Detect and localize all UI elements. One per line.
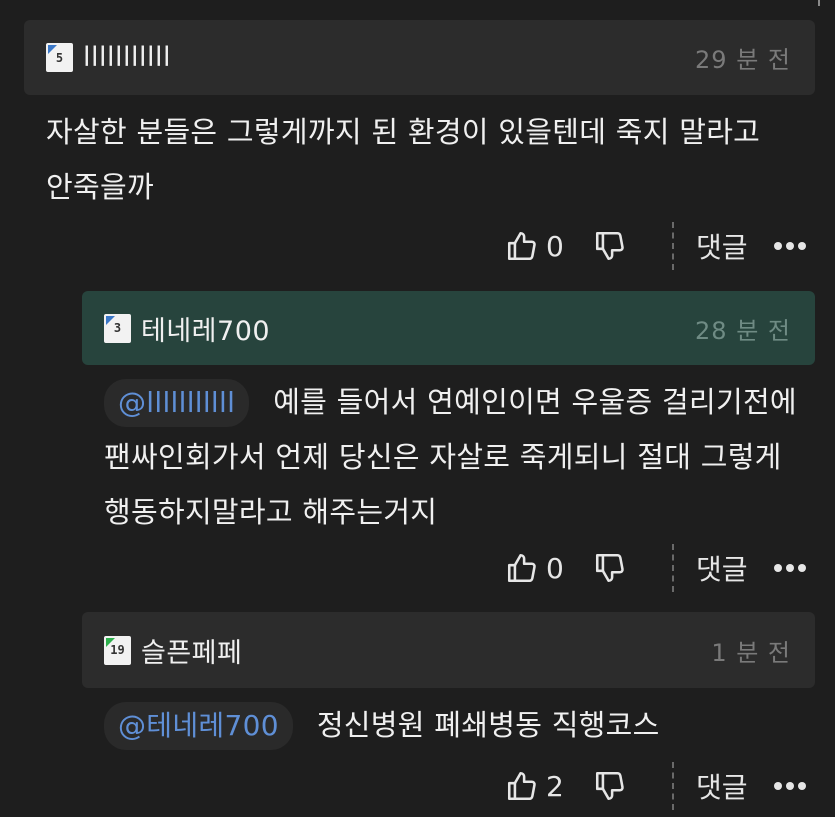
reply-button[interactable]: 댓글 <box>696 226 748 266</box>
mention-tag[interactable]: @테네레700 <box>104 702 293 750</box>
comment-author[interactable]: 테네레700 <box>141 309 270 348</box>
more-options-icon[interactable] <box>773 564 806 572</box>
comment-time: 1 분 전 <box>711 638 791 667</box>
thumbs-down-icon[interactable] <box>592 550 628 586</box>
comment-body: @테네레700 정신병원 폐쇄병동 직행코스 <box>104 698 814 753</box>
comment-header: 3 테네레700 28 분 전 <box>82 291 815 365</box>
level-badge: 5 <box>46 43 73 72</box>
reply-button[interactable]: 댓글 <box>696 548 748 588</box>
level-badge: 3 <box>104 313 131 343</box>
comment-text: 자살한 분들은 그렇게까지 된 환경이 있을텐데 죽지 말라고 안죽을까 <box>46 115 761 204</box>
reply-button[interactable]: 댓글 <box>696 766 748 806</box>
scroll-edge <box>818 0 820 6</box>
comment-actions: 2 댓글 <box>504 762 806 810</box>
comment-text: 정신병원 폐쇄병동 직행코스 <box>316 708 660 742</box>
thumbs-down-icon[interactable] <box>592 228 628 264</box>
level-badge: 19 <box>104 635 131 665</box>
comment-author[interactable]: lllllllllll <box>83 42 171 73</box>
thumbs-up-icon[interactable] <box>504 550 540 586</box>
comment-actions: 0 댓글 <box>504 544 806 592</box>
comment-author[interactable]: 슬픈페페 <box>141 631 242 670</box>
divider <box>672 544 674 592</box>
like-count: 0 <box>546 229 564 263</box>
mention-tag[interactable]: @lllllllllll <box>104 379 250 427</box>
comment-time: 29 분 전 <box>695 46 791 74</box>
like-count: 0 <box>546 551 564 585</box>
comment-header: 19 슬픈페페 1 분 전 <box>82 612 815 688</box>
more-options-icon[interactable] <box>773 242 806 250</box>
divider <box>672 222 674 270</box>
thumbs-up-icon[interactable] <box>504 228 540 264</box>
thumbs-down-icon[interactable] <box>592 768 628 804</box>
like-count: 2 <box>546 769 564 803</box>
comment-time: 28 분 전 <box>695 316 791 345</box>
comment-actions: 0 댓글 <box>504 222 806 270</box>
more-options-icon[interactable] <box>773 782 806 790</box>
thumbs-up-icon[interactable] <box>504 768 540 804</box>
comment-body: @lllllllllll 예를 들어서 연예인이면 우울증 걸리기전에 팬싸인회가… <box>104 375 804 540</box>
divider <box>672 762 674 810</box>
comment-header: 5 lllllllllll 29 분 전 <box>24 20 815 95</box>
